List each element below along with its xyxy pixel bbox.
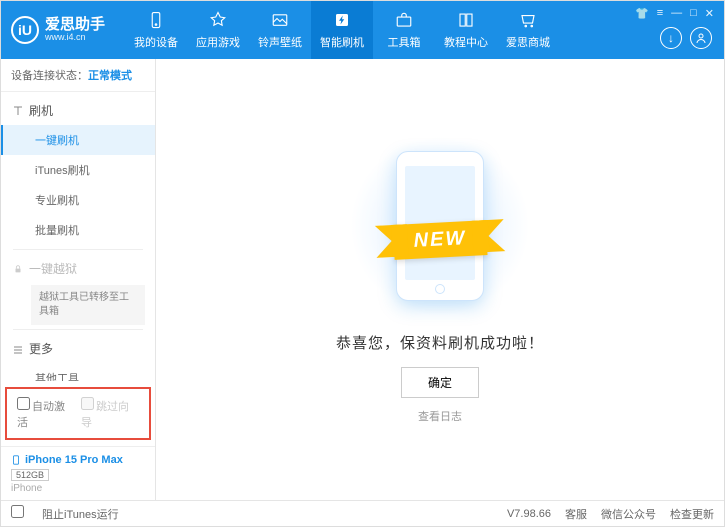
app-title: 爱思助手 (45, 17, 105, 34)
cart-icon (518, 10, 538, 30)
apps-icon (208, 10, 228, 30)
image-icon (270, 10, 290, 30)
support-link[interactable]: 客服 (565, 506, 587, 522)
nav-toolbox[interactable]: 工具箱 (373, 1, 435, 59)
close-icon[interactable]: ✕ (705, 7, 714, 20)
user-button[interactable] (690, 27, 712, 49)
checkbox-block-itunes[interactable]: 阻止iTunes运行 (11, 505, 119, 522)
app-header: iU 爱思助手 www.i4.cn 我的设备 应用游戏 铃声壁纸 智能刷机 (1, 1, 724, 59)
menu-icon[interactable]: ≡ (657, 7, 663, 20)
nav-tutorial[interactable]: 教程中心 (435, 1, 497, 59)
more-icon (13, 344, 23, 354)
maximize-icon[interactable]: □ (690, 7, 697, 20)
collapse-icon (13, 106, 23, 116)
flash-icon (332, 10, 352, 30)
section-jailbreak: 一键越狱 (1, 254, 155, 283)
sidebar-pro-flash[interactable]: 专业刷机 (1, 185, 155, 215)
nav-ringtones[interactable]: 铃声壁纸 (249, 1, 311, 59)
success-message: 恭喜您，保资料刷机成功啦！ (336, 332, 544, 353)
minimize-icon[interactable]: — (671, 7, 682, 20)
update-link[interactable]: 检查更新 (670, 506, 714, 522)
version-label: V7.98.66 (507, 508, 551, 520)
checkbox-skip-setup[interactable]: 跳过向导 (81, 397, 139, 430)
nav-store[interactable]: 爱思商城 (497, 1, 559, 59)
logo-icon: iU (11, 16, 39, 44)
main-nav: 我的设备 应用游戏 铃声壁纸 智能刷机 工具箱 教程中心 (125, 1, 714, 59)
sidebar: 设备连接状态：正常模式 刷机 一键刷机 iTunes刷机 专业刷机 批量刷机 一… (1, 59, 156, 500)
sidebar-batch-flash[interactable]: 批量刷机 (1, 215, 155, 245)
sidebar-itunes-flash[interactable]: iTunes刷机 (1, 155, 155, 185)
toolbox-icon (394, 10, 414, 30)
jailbreak-note: 越狱工具已转移至工具箱 (31, 285, 145, 325)
logo: iU 爱思助手 www.i4.cn (11, 16, 105, 44)
sidebar-oneclick-flash[interactable]: 一键刷机 (1, 125, 155, 155)
book-icon (456, 10, 476, 30)
footer: 阻止iTunes运行 V7.98.66 客服 微信公众号 检查更新 (1, 500, 724, 526)
section-flash[interactable]: 刷机 (1, 96, 155, 125)
sidebar-other-tools[interactable]: 其他工具 (1, 363, 155, 381)
phone-icon (11, 453, 21, 467)
main-content: NEW 恭喜您，保资料刷机成功啦！ 确定 查看日志 (156, 59, 724, 500)
nav-my-device[interactable]: 我的设备 (125, 1, 187, 59)
app-url: www.i4.cn (45, 33, 105, 43)
skin-icon[interactable]: 👕 (635, 7, 649, 20)
lock-icon (13, 264, 23, 274)
connection-status: 设备连接状态：正常模式 (1, 59, 155, 92)
checkbox-auto-activate[interactable]: 自动激活 (17, 397, 75, 430)
nav-flash[interactable]: 智能刷机 (311, 1, 373, 59)
device-capacity: 512GB (11, 469, 49, 481)
download-button[interactable]: ↓ (660, 27, 682, 49)
wechat-link[interactable]: 微信公众号 (601, 506, 656, 522)
options-highlight: 自动激活 跳过向导 (5, 387, 151, 440)
section-more[interactable]: 更多 (1, 334, 155, 363)
device-type: iPhone (11, 483, 145, 494)
ok-button[interactable]: 确定 (401, 367, 479, 398)
device-icon (146, 10, 166, 30)
device-info[interactable]: iPhone 15 Pro Max 512GB iPhone (1, 446, 155, 500)
view-log-link[interactable]: 查看日志 (418, 408, 462, 424)
success-illustration: NEW (350, 136, 530, 316)
new-ribbon: NEW (393, 220, 487, 260)
nav-apps[interactable]: 应用游戏 (187, 1, 249, 59)
